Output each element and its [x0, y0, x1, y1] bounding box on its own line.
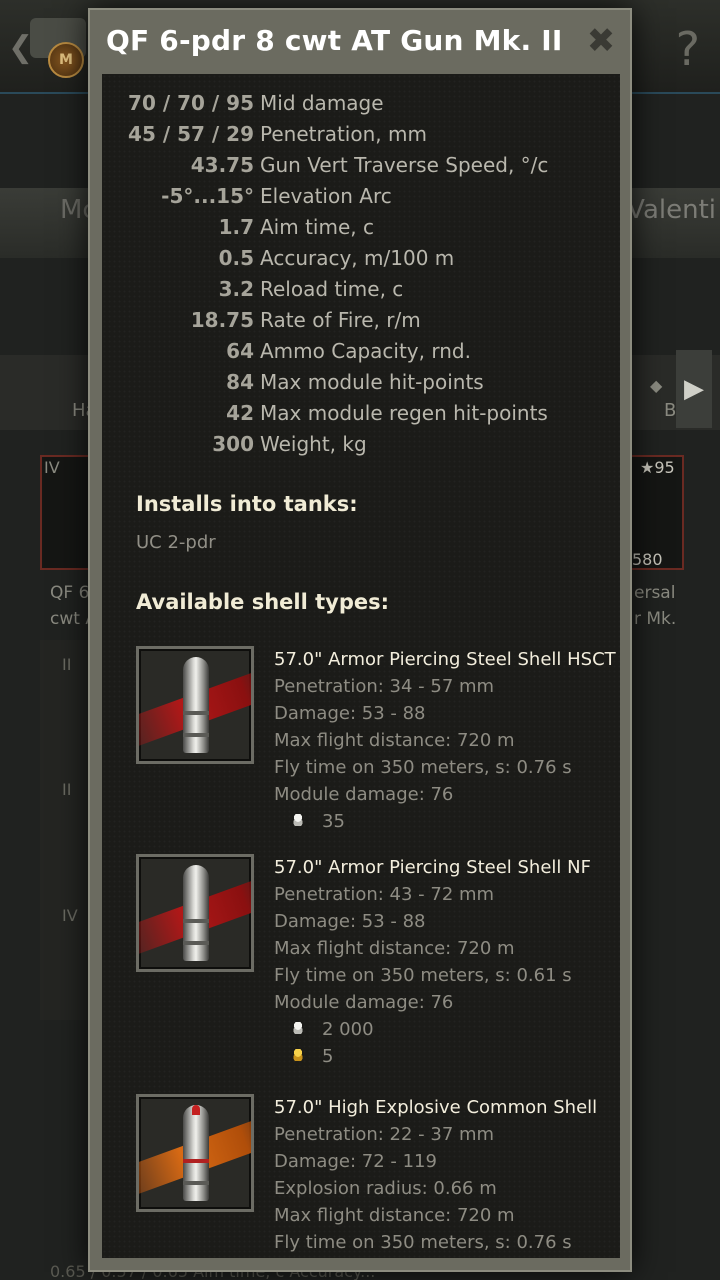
- stat-row: -5°...15° Elevation Arc: [102, 181, 620, 212]
- stat-value: 3.2: [218, 277, 254, 301]
- gold-coin-icon: [290, 1049, 306, 1061]
- card-stars: ★95: [640, 458, 675, 477]
- shell-stat: Fly time on 350 meters, s: 0.76 s: [274, 757, 572, 778]
- module-info-dialog: QF 6-pdr 8 cwt AT Gun Mk. II ✖ 70 / 70 /…: [88, 8, 632, 1272]
- tab-right[interactable]: Valenti: [627, 195, 716, 225]
- card-name-right: ersal r Mk.: [634, 583, 677, 629]
- shell-name: 57.0" High Explosive Common Shell: [274, 1097, 598, 1118]
- shell-stat: Penetration: 22 - 37 mm: [274, 1124, 495, 1145]
- shell-stat: Max flight distance: 720 m: [274, 1205, 515, 1226]
- diamond-icon: ◆: [650, 376, 663, 395]
- details-panel[interactable]: 70 / 70 / 95 Mid damage 45 / 57 / 29 Pen…: [102, 74, 620, 1258]
- stat-label: Elevation Arc: [260, 184, 392, 208]
- stat-row: 70 / 70 / 95 Mid damage: [102, 88, 620, 119]
- silver-price: 35: [290, 808, 345, 835]
- list-tier: II: [62, 780, 72, 799]
- stat-row: 84 Max module hit-points: [102, 367, 620, 398]
- card-tier: IV: [44, 458, 60, 477]
- ap-shell-icon: [136, 854, 254, 972]
- compatible-tank[interactable]: UC 2-pdr: [136, 532, 216, 553]
- stat-value: 0.5: [218, 246, 254, 270]
- installs-heading: Installs into tanks:: [136, 492, 358, 516]
- stat-value: 84: [226, 370, 254, 394]
- shell-stat: Penetration: 34 - 57 mm: [274, 676, 495, 697]
- stat-row: 0.5 Accuracy, m/100 m: [102, 243, 620, 274]
- stat-label: Penetration, mm: [260, 122, 427, 146]
- strip-label-right: B: [664, 400, 677, 421]
- stat-value: 42: [226, 401, 254, 425]
- stat-row: 3.2 Reload time, c: [102, 274, 620, 305]
- silver-coin-icon: [290, 1022, 306, 1034]
- stat-value: 64: [226, 339, 254, 363]
- list-tier: II: [62, 655, 72, 674]
- stat-row: 64 Ammo Capacity, rnd.: [102, 336, 620, 367]
- shell-stat: Damage: 53 - 88: [274, 911, 426, 932]
- stat-value: 43.75: [190, 153, 254, 177]
- gold-price: 5: [290, 1043, 333, 1070]
- stat-row: 18.75 Rate of Fire, r/m: [102, 305, 620, 336]
- stat-row: 43.75 Gun Vert Traverse Speed, °/c: [102, 150, 620, 181]
- stat-row: 42 Max module regen hit-points: [102, 398, 620, 429]
- mastery-medal-icon: M: [48, 42, 84, 78]
- stat-label: Max module regen hit-points: [260, 401, 548, 425]
- shell-stat: Fly time on 350 meters, s: 0.61 s: [274, 965, 572, 986]
- stats-list: 70 / 70 / 95 Mid damage 45 / 57 / 29 Pen…: [102, 88, 620, 460]
- dialog-title: QF 6-pdr 8 cwt AT Gun Mk. II: [106, 24, 563, 57]
- scroll-right-button[interactable]: ▶: [676, 350, 712, 428]
- silver-coin-icon: [290, 814, 306, 826]
- silver-price: 2 000: [290, 1016, 374, 1043]
- shell-stat: Damage: 53 - 88: [274, 703, 426, 724]
- stat-label: Max module hit-points: [260, 370, 484, 394]
- stat-label: Rate of Fire, r/m: [260, 308, 421, 332]
- close-icon[interactable]: ✖: [584, 24, 618, 58]
- shell-stat: Penetration: 43 - 72 mm: [274, 884, 495, 905]
- shell-stat: Damage: 72 - 119: [274, 1151, 437, 1172]
- stat-label: Ammo Capacity, rnd.: [260, 339, 471, 363]
- shell-stat: Module damage: 76: [274, 784, 454, 805]
- shells-heading: Available shell types:: [136, 590, 390, 614]
- shell-stat: Max flight distance: 720 m: [274, 938, 515, 959]
- stat-value: 18.75: [190, 308, 254, 332]
- help-icon[interactable]: ?: [676, 22, 700, 76]
- stat-row: 300 Weight, kg: [102, 429, 620, 460]
- shell-stat: Explosion radius: 0.66 m: [274, 1178, 497, 1199]
- stat-label: Reload time, c: [260, 277, 404, 301]
- stat-value: 1.7: [218, 215, 254, 239]
- shell-name: 57.0" Armor Piercing Steel Shell HSCT: [274, 649, 616, 670]
- stat-label: Accuracy, m/100 m: [260, 246, 455, 270]
- stat-value: 300: [212, 432, 254, 456]
- card-price: 580: [632, 550, 663, 569]
- stat-label: Gun Vert Traverse Speed, °/c: [260, 153, 549, 177]
- stat-label: Mid damage: [260, 91, 384, 115]
- shell-name: 57.0" Armor Piercing Steel Shell NF: [274, 857, 591, 878]
- stat-value: -5°...15°: [161, 184, 254, 208]
- stat-label: Weight, kg: [260, 432, 367, 456]
- ap-shell-icon: [136, 646, 254, 764]
- stat-value: 45 / 57 / 29: [128, 122, 254, 146]
- stat-row: 1.7 Aim time, c: [102, 212, 620, 243]
- stat-row: 45 / 57 / 29 Penetration, mm: [102, 119, 620, 150]
- stat-value: 70 / 70 / 95: [128, 91, 254, 115]
- shell-stat: Fly time on 350 meters, s: 0.76 s: [274, 1232, 572, 1253]
- list-tier: IV: [62, 906, 78, 925]
- shell-stat: Max flight distance: 720 m: [274, 730, 515, 751]
- he-shell-icon: [136, 1094, 254, 1212]
- shell-stat: Module damage: 76: [274, 992, 454, 1013]
- stat-label: Aim time, c: [260, 215, 374, 239]
